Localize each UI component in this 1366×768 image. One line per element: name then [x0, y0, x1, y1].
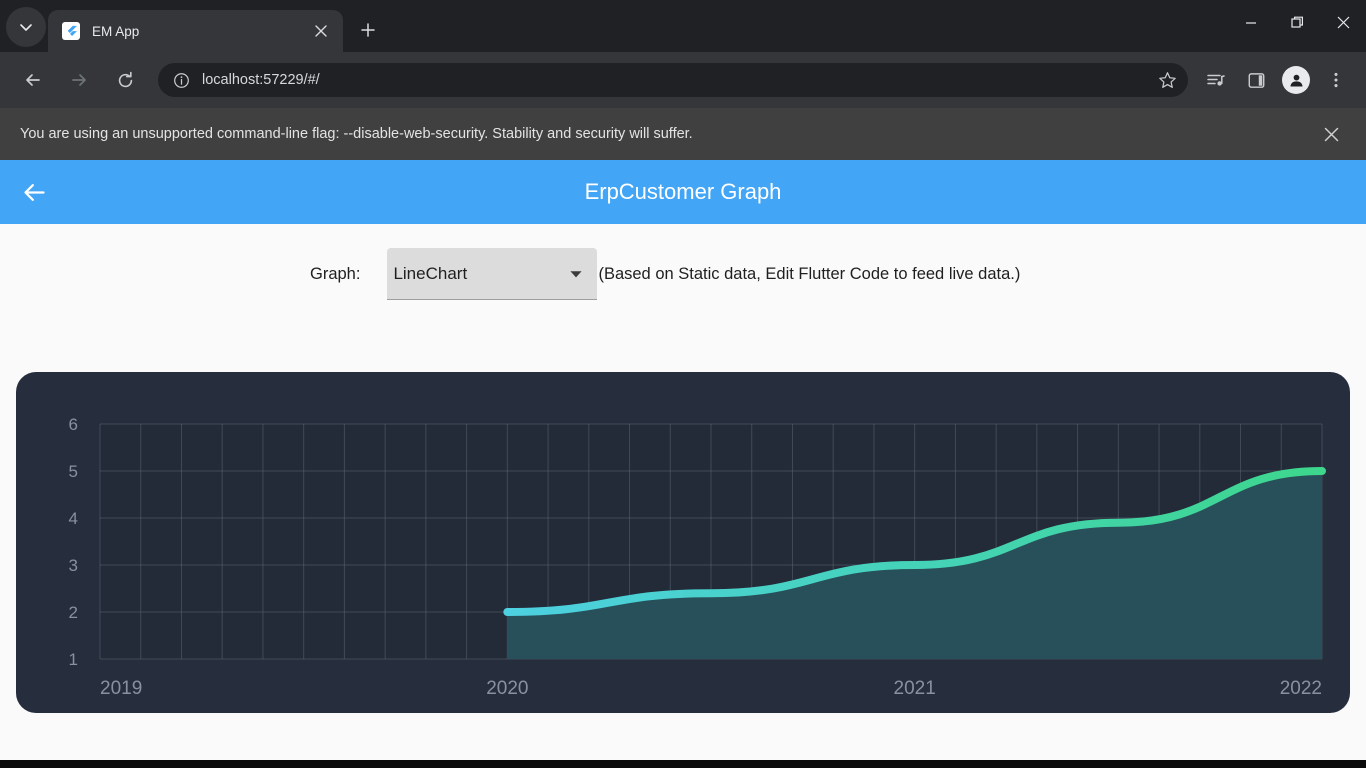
graph-hint-text: (Based on Static data, Edit Flutter Code…: [598, 264, 1021, 283]
minimize-button[interactable]: [1228, 0, 1274, 45]
forward-button[interactable]: [62, 63, 96, 97]
tab-strip: EM App: [0, 0, 1366, 52]
browser-tab[interactable]: EM App: [48, 10, 343, 52]
infobar-close-button[interactable]: [1316, 119, 1346, 149]
svg-text:2020: 2020: [486, 678, 528, 699]
forward-arrow-icon: [72, 74, 86, 86]
url-text: localhost:57229/#/: [202, 72, 320, 88]
close-icon: [1324, 127, 1338, 141]
svg-text:2021: 2021: [894, 678, 936, 699]
back-arrow-icon: [23, 183, 45, 201]
info-circle-icon: [173, 72, 189, 88]
graph-type-value: LineChart: [393, 263, 468, 283]
page-viewport: ErpCustomer Graph Graph: LineChart (Base…: [0, 160, 1366, 768]
tab-title: EM App: [92, 23, 140, 39]
back-button[interactable]: [16, 63, 50, 97]
svg-text:6: 6: [69, 415, 78, 434]
screen-bottom-edge: [0, 760, 1366, 768]
infobar-message: You are using an unsupported command-lin…: [20, 126, 693, 142]
plus-icon: [361, 23, 375, 37]
address-bar[interactable]: localhost:57229/#/: [158, 63, 1188, 97]
side-panel-icon: [1248, 72, 1264, 88]
profile-button[interactable]: [1282, 66, 1310, 94]
chart-card: 1 2 3 4 5 6 2019 2020 2021 2022: [16, 372, 1350, 713]
reload-icon: [118, 71, 132, 87]
new-tab-button[interactable]: [351, 13, 385, 47]
window-controls: [1228, 0, 1366, 45]
site-info-button[interactable]: [170, 69, 192, 91]
minimize-icon: [1246, 21, 1256, 24]
browser-window: EM App localhost:57229/#/ You are using …: [0, 0, 1366, 768]
close-icon: [1337, 16, 1349, 29]
media-list-icon: [1207, 74, 1225, 86]
three-dot-menu-icon: [1334, 72, 1338, 88]
svg-text:5: 5: [69, 462, 78, 481]
app-back-button[interactable]: [10, 168, 58, 216]
dropdown-arrow-icon: [570, 270, 583, 277]
svg-text:2019: 2019: [100, 678, 142, 699]
close-icon: [315, 25, 327, 37]
page-title: ErpCustomer Graph: [584, 179, 782, 204]
svg-text:2: 2: [69, 603, 78, 622]
side-panel-button[interactable]: [1239, 63, 1273, 97]
command-line-flag-infobar: You are using an unsupported command-lin…: [0, 108, 1366, 160]
x-axis-tick-labels: 2019 2020 2021 2022: [100, 678, 1322, 699]
browser-toolbar: localhost:57229/#/: [0, 52, 1366, 108]
flutter-logo-icon: [62, 22, 80, 40]
person-avatar-icon: [1289, 74, 1303, 86]
y-axis-tick-labels: 1 2 3 4 5 6: [69, 415, 78, 669]
restore-icon: [1290, 16, 1303, 28]
app-bar: ErpCustomer Graph: [0, 160, 1366, 224]
graph-type-label: Graph:: [310, 264, 361, 283]
browser-menu-button[interactable]: [1319, 63, 1353, 97]
svg-text:4: 4: [69, 509, 78, 528]
reload-button[interactable]: [108, 63, 142, 97]
graph-type-dropdown[interactable]: LineChart: [387, 248, 598, 300]
chevron-down-icon: [20, 24, 32, 31]
back-arrow-icon: [26, 74, 40, 86]
tab-close-button[interactable]: [309, 19, 333, 43]
svg-text:2022: 2022: [1280, 678, 1322, 699]
tab-search-button[interactable]: [6, 7, 46, 47]
window-close-button[interactable]: [1320, 0, 1366, 45]
svg-text:3: 3: [69, 556, 78, 575]
reading-list-button[interactable]: [1199, 63, 1233, 97]
bookmark-button[interactable]: [1152, 65, 1182, 95]
maximize-button[interactable]: [1274, 0, 1320, 45]
graph-controls-row: Graph: LineChart (Based on Static data, …: [0, 224, 1366, 324]
star-icon: [1158, 71, 1176, 88]
line-chart[interactable]: 1 2 3 4 5 6 2019 2020 2021 2022: [16, 372, 1350, 713]
svg-text:1: 1: [69, 650, 78, 669]
